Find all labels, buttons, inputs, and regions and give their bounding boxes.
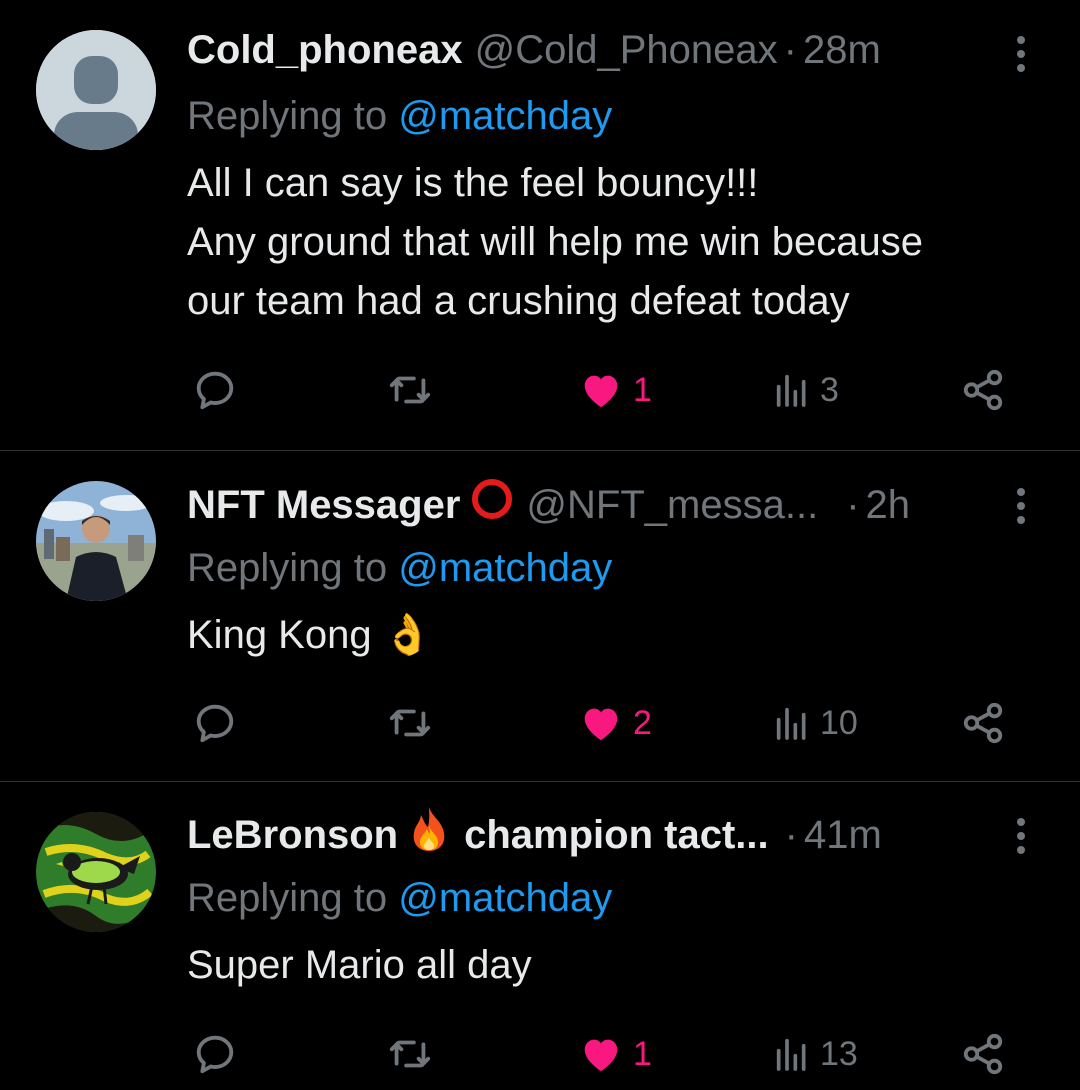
replying-to-line: Replying to @matchday: [187, 91, 612, 141]
tweet-text: Super Mario all day: [187, 936, 1057, 995]
tweet-header: LeBronson champion tact... · 41m: [187, 807, 960, 860]
tweet-lebronson[interactable]: LeBronson champion tact... · 41m Replyin…: [0, 782, 1080, 1090]
retweet-icon: [389, 376, 431, 404]
reply-mention-link[interactable]: @matchday: [398, 546, 612, 590]
views-button[interactable]: 10: [772, 698, 858, 748]
retweet-button[interactable]: [385, 365, 435, 415]
tweet-actions: 1 3: [0, 365, 1080, 415]
timestamp[interactable]: 2h: [866, 480, 911, 530]
view-count: 13: [820, 1034, 858, 1073]
separator-dot: ·: [784, 813, 798, 857]
reply-button[interactable]: [192, 1029, 238, 1079]
display-name[interactable]: NFT Messager: [187, 480, 460, 530]
tweet-text-line: our team had a crushing defeat today: [187, 279, 850, 323]
share-icon: [963, 702, 1003, 744]
retweet-icon: [389, 1040, 431, 1068]
tweet-text-line: Any ground that will help me win because: [187, 220, 923, 264]
retweet-icon: [389, 709, 431, 737]
reply-button[interactable]: [192, 698, 238, 748]
timestamp[interactable]: 28m: [803, 25, 881, 75]
tweet-text-line: King Kong 👌: [187, 613, 433, 657]
share-icon: [963, 1033, 1003, 1075]
replying-to-line: Replying to @matchday: [187, 543, 612, 593]
replying-to-label: Replying to: [187, 876, 388, 920]
avatar[interactable]: [36, 481, 156, 601]
more-options-icon[interactable]: [1004, 481, 1038, 531]
retweet-button[interactable]: [385, 698, 435, 748]
views-chart-icon: [776, 1038, 806, 1071]
like-count: 2: [633, 703, 652, 742]
tweet-text-line: All I can say is the feel bouncy!!!: [187, 161, 759, 205]
replying-to-label: Replying to: [187, 94, 388, 138]
default-avatar-icon: [36, 30, 156, 150]
avatar[interactable]: [36, 30, 156, 150]
separator-dot: ·: [783, 28, 797, 72]
reply-icon: [196, 1035, 234, 1074]
replying-to-line: Replying to @matchday: [187, 873, 612, 923]
tweet-text: King Kong 👌: [187, 606, 1057, 665]
tweet-actions: 1 13: [0, 1029, 1080, 1079]
tweet-text: All I can say is the feel bouncy!!! Any …: [187, 154, 1057, 331]
user-handle[interactable]: @Cold_Phoneax: [475, 25, 778, 75]
view-count: 10: [820, 703, 858, 742]
retweet-button[interactable]: [385, 1029, 435, 1079]
share-button[interactable]: [960, 365, 1006, 415]
replying-to-label: Replying to: [187, 546, 388, 590]
timestamp[interactable]: 41m: [804, 810, 882, 860]
more-options-icon[interactable]: [1004, 29, 1038, 79]
red-circle-icon: [470, 477, 514, 533]
user-handle[interactable]: @NFT_messa...: [526, 480, 818, 530]
separator-dot: ·: [846, 483, 860, 527]
like-button[interactable]: 1: [577, 365, 652, 415]
views-chart-icon: [776, 374, 806, 407]
like-button[interactable]: 2: [577, 698, 652, 748]
views-chart-icon: [776, 707, 806, 740]
reply-icon: [196, 371, 234, 410]
tweet-nft-messager[interactable]: NFT Messager @NFT_messa... · 2h Replying…: [0, 451, 1080, 781]
bird-illustration-avatar: [36, 812, 156, 932]
heart-filled-icon: [584, 708, 618, 741]
tweet-text-line: Super Mario all day: [187, 943, 532, 987]
share-icon: [963, 369, 1003, 411]
share-button[interactable]: [960, 698, 1006, 748]
like-button[interactable]: 1: [577, 1029, 652, 1079]
share-button[interactable]: [960, 1029, 1006, 1079]
views-button[interactable]: 13: [772, 1029, 858, 1079]
heart-filled-icon: [584, 375, 618, 408]
display-name[interactable]: Cold_phoneax: [187, 25, 463, 75]
view-count: 3: [820, 370, 839, 409]
display-name[interactable]: LeBronson: [187, 810, 398, 860]
reply-icon: [196, 704, 234, 743]
more-options-icon[interactable]: [1004, 811, 1038, 861]
tweet-header: NFT Messager @NFT_messa... · 2h: [187, 477, 960, 533]
like-count: 1: [633, 370, 652, 409]
reply-mention-link[interactable]: @matchday: [398, 876, 612, 920]
views-button[interactable]: 3: [772, 365, 839, 415]
fire-icon: [408, 805, 450, 865]
tweet-header: Cold_phoneax @Cold_Phoneax · 28m: [187, 25, 960, 75]
profile-photo-man: [36, 481, 156, 601]
user-handle[interactable]: champion tact...: [464, 810, 769, 860]
reply-button[interactable]: [192, 365, 238, 415]
tweet-actions: 2 10: [0, 698, 1080, 748]
reply-mention-link[interactable]: @matchday: [398, 94, 612, 138]
heart-filled-icon: [584, 1039, 618, 1072]
avatar[interactable]: [36, 812, 156, 932]
like-count: 1: [633, 1034, 652, 1073]
tweet-cold-phoneax[interactable]: Cold_phoneax @Cold_Phoneax · 28m Replyin…: [0, 0, 1080, 450]
